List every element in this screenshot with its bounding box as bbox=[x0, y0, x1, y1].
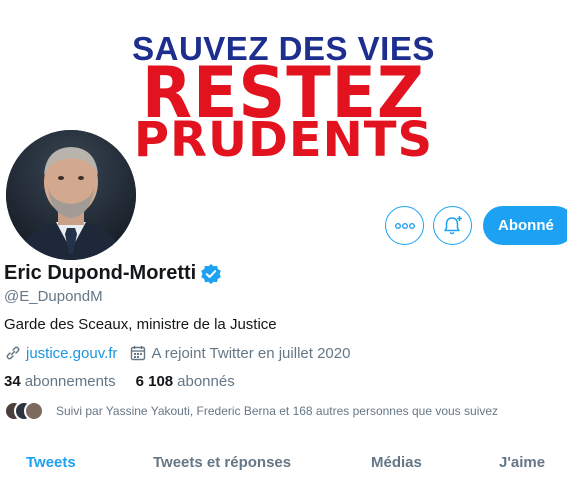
tab-tweets-and-replies[interactable]: Tweets et réponses bbox=[153, 454, 291, 471]
link-icon bbox=[6, 346, 20, 360]
followers-label[interactable]: abonnés bbox=[177, 373, 235, 390]
profile-page: SAUVEZ DES VIES RESTEZ PRUDENTS Abonné E… bbox=[0, 0, 567, 486]
follower-avatar bbox=[24, 401, 44, 421]
profile-meta: justice.gouv.fr A rejoint Twitter en jui… bbox=[4, 344, 350, 362]
tab-likes[interactable]: J'aime bbox=[499, 454, 545, 471]
bell-plus-icon bbox=[443, 215, 462, 234]
profile-tabs: Tweets Tweets et réponses Médias J'aime bbox=[0, 440, 567, 486]
more-options-button[interactable] bbox=[385, 206, 424, 245]
tab-media[interactable]: Médias bbox=[371, 454, 422, 471]
followed-by-text: Suivi par Yassine Yakouti, Frederic Bern… bbox=[56, 404, 499, 418]
display-name: Eric Dupond-Moretti bbox=[4, 262, 197, 284]
calendar-icon bbox=[131, 346, 146, 361]
avatar-photo bbox=[6, 130, 136, 260]
verified-badge-icon bbox=[201, 263, 222, 284]
follower-avatars bbox=[4, 401, 44, 421]
tab-tweets[interactable]: Tweets bbox=[26, 454, 76, 471]
username-handle: @E_DupondM bbox=[4, 288, 103, 305]
following-count[interactable]: 34 bbox=[4, 373, 21, 390]
more-dots-icon bbox=[394, 222, 415, 229]
followed-by-row[interactable]: Suivi par Yassine Yakouti, Frederic Bern… bbox=[4, 401, 498, 421]
following-button[interactable]: Abonné bbox=[483, 206, 567, 245]
following-label[interactable]: abonnements bbox=[25, 373, 116, 390]
joined-date: A rejoint Twitter en juillet 2020 bbox=[151, 344, 351, 362]
name-row: Eric Dupond-Moretti bbox=[4, 262, 222, 285]
notifications-button[interactable] bbox=[433, 206, 472, 245]
follow-counts: 34 abonnements 6 108 abonnés bbox=[4, 373, 255, 390]
profile-link[interactable]: justice.gouv.fr bbox=[26, 345, 117, 362]
profile-bio: Garde des Sceaux, ministre de la Justice bbox=[4, 316, 277, 333]
followers-count[interactable]: 6 108 bbox=[136, 373, 174, 390]
avatar[interactable] bbox=[2, 126, 140, 264]
